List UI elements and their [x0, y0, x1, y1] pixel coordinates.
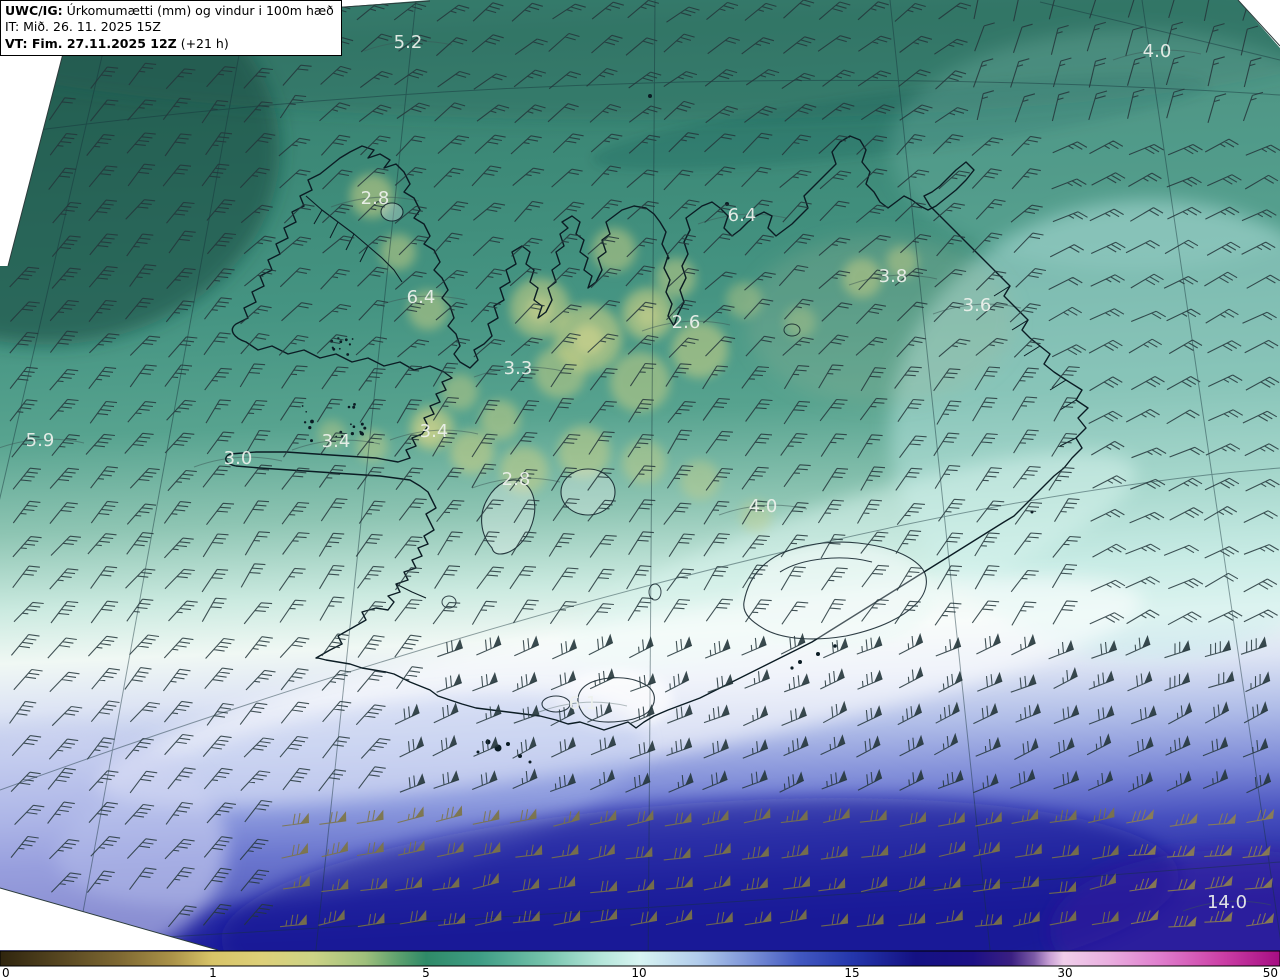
contour-label: 3.8	[879, 266, 908, 287]
colorbar-tick: 10	[631, 966, 646, 978]
colorbar-tick: 1	[209, 966, 217, 978]
colorbar-tick: 5	[422, 966, 430, 978]
contour-label: 4.0	[1143, 41, 1172, 62]
colorbar-gradient	[0, 950, 1280, 967]
colorbar-tick: 30	[1057, 966, 1072, 978]
contour-label: 3.0	[224, 448, 253, 469]
valid-time: VT: Fim. 27.11.2025 12Z	[5, 35, 177, 51]
weather-map-viewer: 5.2 4.0 2.8 6.4 3.8 3.6 6.4 2.6 3.3 5.9 3.4 3.4 3.0 2…	[0, 0, 1280, 978]
contour-label: 6.4	[407, 287, 436, 308]
model-id: UWC/IG:	[5, 3, 63, 18]
contour-label: 5.2	[394, 32, 423, 53]
contour-label: 2.8	[502, 469, 531, 490]
colorbar-tick: 0	[2, 966, 10, 978]
contour-label: 6.4	[728, 205, 757, 226]
colorbar-tick: 15	[844, 966, 859, 978]
contour-label: 14.0	[1207, 892, 1247, 913]
contour-label: 3.6	[963, 295, 992, 316]
product-name: Úrkomumætti (mm) og vindur i 100m hæð	[66, 3, 334, 18]
contour-label: 4.0	[749, 496, 778, 517]
contour-label: 6.1	[569, 693, 598, 714]
product-title-line: UWC/IG: Úrkomumætti (mm) og vindur i 100…	[5, 3, 334, 19]
contour-label: 3.4	[420, 421, 449, 442]
contour-label: 5.9	[26, 430, 55, 451]
contour-label: 3.4	[322, 431, 351, 452]
colorbar: 0 1 5 10 15 30 50	[0, 950, 1280, 978]
weather-map: 5.2 4.0 2.8 6.4 3.8 3.6 6.4 2.6 3.3 5.9 3.4 3.4 3.0 2…	[0, 0, 1280, 978]
colorbar-tick: 50	[1263, 966, 1278, 978]
contour-label: 3.3	[504, 358, 533, 379]
valid-time-line: VT: Fim. 27.11.2025 12Z (+21 h)	[5, 36, 334, 52]
title-box: UWC/IG: Úrkomumætti (mm) og vindur i 100…	[0, 0, 342, 56]
init-time-line: IT: Mið. 26. 11. 2025 15Z	[5, 19, 161, 35]
valid-offset: (+21 h)	[180, 35, 229, 51]
contour-label: 2.8	[361, 188, 390, 209]
contour-label: 2.6	[672, 312, 701, 333]
